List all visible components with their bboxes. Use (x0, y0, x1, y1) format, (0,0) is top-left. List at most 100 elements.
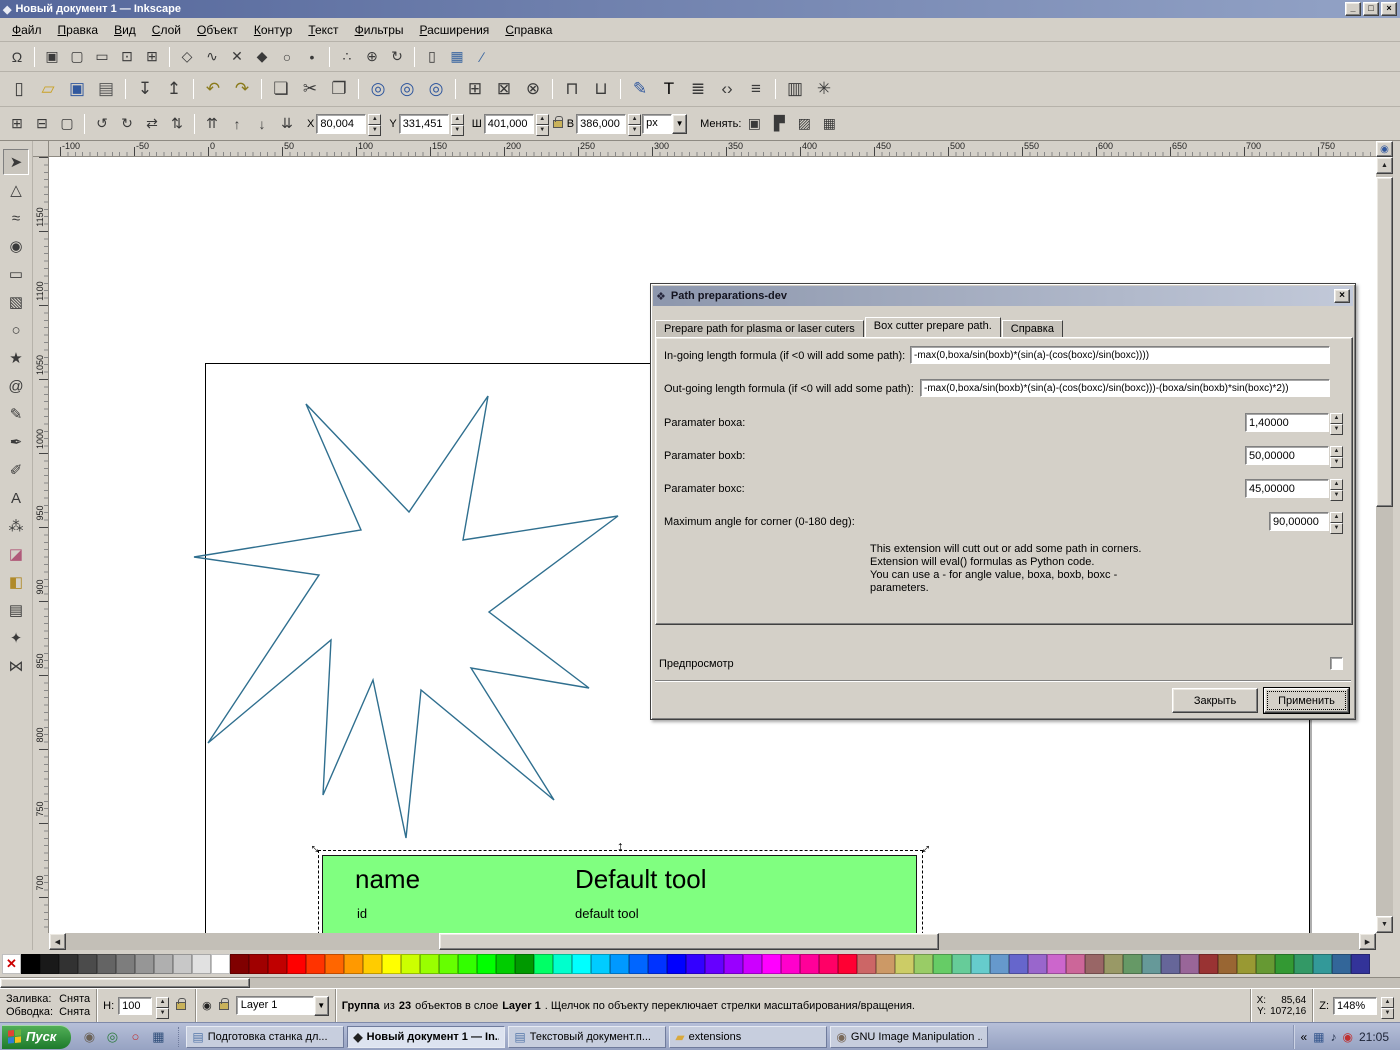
palette-scrollbar[interactable] (0, 977, 1400, 988)
selected-text-id-value[interactable]: default tool (575, 906, 639, 921)
scale-stroke-toggle[interactable]: ▣ (742, 112, 766, 136)
document-properties-button[interactable]: ▥ (781, 75, 809, 103)
flip-vertical-button[interactable]: ⇅ (165, 112, 189, 136)
palette-swatch[interactable] (382, 953, 401, 974)
unit-dropdown-arrow-icon[interactable]: ▼ (672, 113, 688, 134)
text-tool[interactable]: A (3, 485, 29, 511)
spin-up-icon[interactable]: ▲ (450, 113, 464, 125)
save-document-button[interactable]: ▣ (63, 75, 91, 103)
transform-gradients-toggle[interactable]: ▨ (792, 112, 816, 136)
palette-swatch[interactable] (1275, 953, 1294, 974)
duplicate-button[interactable]: ⊞ (461, 75, 489, 103)
scroll-up-arrow[interactable]: ▲ (1376, 157, 1393, 174)
spin-down-icon[interactable]: ▼ (1330, 457, 1343, 468)
dialog-title-bar[interactable]: ❖ Path preparations-dev × (653, 286, 1353, 306)
selector-tool[interactable]: ➤ (3, 149, 29, 175)
palette-swatch[interactable] (515, 953, 534, 974)
tray-antivirus-icon[interactable]: ◉ (1342, 1030, 1352, 1044)
selected-text-id-label[interactable]: id (357, 906, 367, 921)
text-dialog-button[interactable]: T (655, 75, 683, 103)
calligraphy-tool[interactable]: ✐ (3, 457, 29, 483)
snap-paths-button[interactable]: ∿ (200, 45, 224, 69)
boxc-input[interactable] (1245, 479, 1329, 498)
palette-swatch[interactable] (819, 953, 838, 974)
fill-stroke-dialog-button[interactable]: ✎ (626, 75, 654, 103)
spin-up-icon[interactable]: ▲ (535, 113, 549, 125)
snap-rotation-centers-button[interactable]: ↻ (385, 45, 409, 69)
menu-item-9[interactable]: Расширения (412, 19, 498, 41)
palette-swatch[interactable] (648, 953, 667, 974)
lower-to-bottom-button[interactable]: ⇊ (275, 112, 299, 136)
palette-swatch[interactable] (420, 953, 439, 974)
palette-swatch[interactable] (287, 953, 306, 974)
snap-bbox-midpoints-button[interactable]: ⊡ (115, 45, 139, 69)
palette-swatch[interactable] (1028, 953, 1047, 974)
dialog-tab-2[interactable]: Box cutter prepare path. (864, 317, 1001, 338)
spin-down-icon[interactable]: ▼ (450, 124, 464, 136)
palette-swatch[interactable] (534, 953, 553, 974)
lower-button[interactable]: ↓ (250, 112, 274, 136)
layer-lock-icon[interactable] (218, 997, 229, 1010)
palette-swatch[interactable] (477, 953, 496, 974)
task-notepad-2[interactable]: ▤ Текстовый документ.п... (508, 1025, 667, 1048)
cut-button[interactable]: ✂ (296, 75, 324, 103)
palette-swatch[interactable] (363, 953, 382, 974)
dialog-tab-3[interactable]: Справка (1001, 320, 1063, 338)
boxa-spinner[interactable]: ▲ ▼ (1330, 413, 1343, 435)
palette-swatch[interactable] (933, 953, 952, 974)
select-all-button[interactable]: ⊞ (5, 112, 29, 136)
open-document-button[interactable]: ▱ (34, 75, 62, 103)
spin-up-icon[interactable]: ▲ (1330, 479, 1343, 490)
selected-text-name[interactable]: name (355, 864, 420, 895)
zoom-page-button[interactable]: ◎ (422, 75, 450, 103)
copy-button[interactable]: ❏ (267, 75, 295, 103)
tray-display-icon[interactable]: ▦ (1313, 1030, 1324, 1044)
palette-swatch[interactable] (743, 953, 762, 974)
boxb-input[interactable] (1245, 446, 1329, 465)
palette-swatch[interactable] (325, 953, 344, 974)
scale-handle-top-left[interactable]: ↔ (306, 836, 327, 857)
palette-swatch[interactable] (1085, 953, 1104, 974)
y-position-input[interactable] (398, 113, 449, 134)
star-tool[interactable]: ★ (3, 345, 29, 371)
palette-swatch[interactable] (116, 953, 135, 974)
task-inkscape[interactable]: ◆ Новый документ 1 — In... (347, 1025, 506, 1048)
palette-swatch[interactable] (1066, 953, 1085, 974)
palette-swatch[interactable] (306, 953, 325, 974)
palette-swatch[interactable] (1009, 953, 1028, 974)
boxb-spinner[interactable]: ▲ ▼ (1330, 446, 1343, 468)
spiral-tool[interactable]: @ (3, 373, 29, 399)
spin-up-icon[interactable]: ▲ (628, 113, 642, 125)
palette-swatch[interactable] (1161, 953, 1180, 974)
palette-swatch[interactable] (800, 953, 819, 974)
palette-swatch[interactable] (553, 953, 572, 974)
zoom-tool[interactable]: ◉ (3, 233, 29, 259)
raise-to-top-button[interactable]: ⇈ (200, 112, 224, 136)
layer-visibility-eye-icon[interactable]: ◉ (202, 999, 212, 1012)
max-angle-spinner[interactable]: ▲ ▼ (1330, 512, 1343, 534)
zoom-spinner[interactable]: ▲ ▼ (1381, 996, 1394, 1019)
palette-swatch[interactable] (1180, 953, 1199, 974)
import-button[interactable]: ↧ (131, 75, 159, 103)
spin-down-icon[interactable]: ▼ (1330, 424, 1343, 435)
palette-swatch[interactable] (1218, 953, 1237, 974)
palette-swatch[interactable] (439, 953, 458, 974)
bucket-fill-tool[interactable]: ◧ (3, 569, 29, 595)
tray-expander-icon[interactable]: « (1300, 1030, 1307, 1044)
snap-cusp-nodes-button[interactable]: ◆ (250, 45, 274, 69)
palette-swatch[interactable] (895, 953, 914, 974)
menu-item-1[interactable]: Файл (4, 19, 50, 41)
palette-swatch[interactable] (173, 953, 192, 974)
palette-swatch[interactable] (1256, 953, 1275, 974)
horizontal-scroll-thumb[interactable] (439, 933, 939, 950)
rotate-cw-button[interactable]: ↻ (115, 112, 139, 136)
opacity-input[interactable] (118, 996, 153, 1015)
palette-swatch[interactable] (1237, 953, 1256, 974)
palette-swatch[interactable] (211, 953, 230, 974)
tweak-tool[interactable]: ≈ (3, 205, 29, 231)
snap-smooth-nodes-button[interactable]: ○ (275, 45, 299, 69)
close-button[interactable]: × (1381, 2, 1397, 16)
align-dialog-button[interactable]: ≡ (742, 75, 770, 103)
print-button[interactable]: ▤ (92, 75, 120, 103)
star-polygon[interactable] (193, 395, 619, 839)
